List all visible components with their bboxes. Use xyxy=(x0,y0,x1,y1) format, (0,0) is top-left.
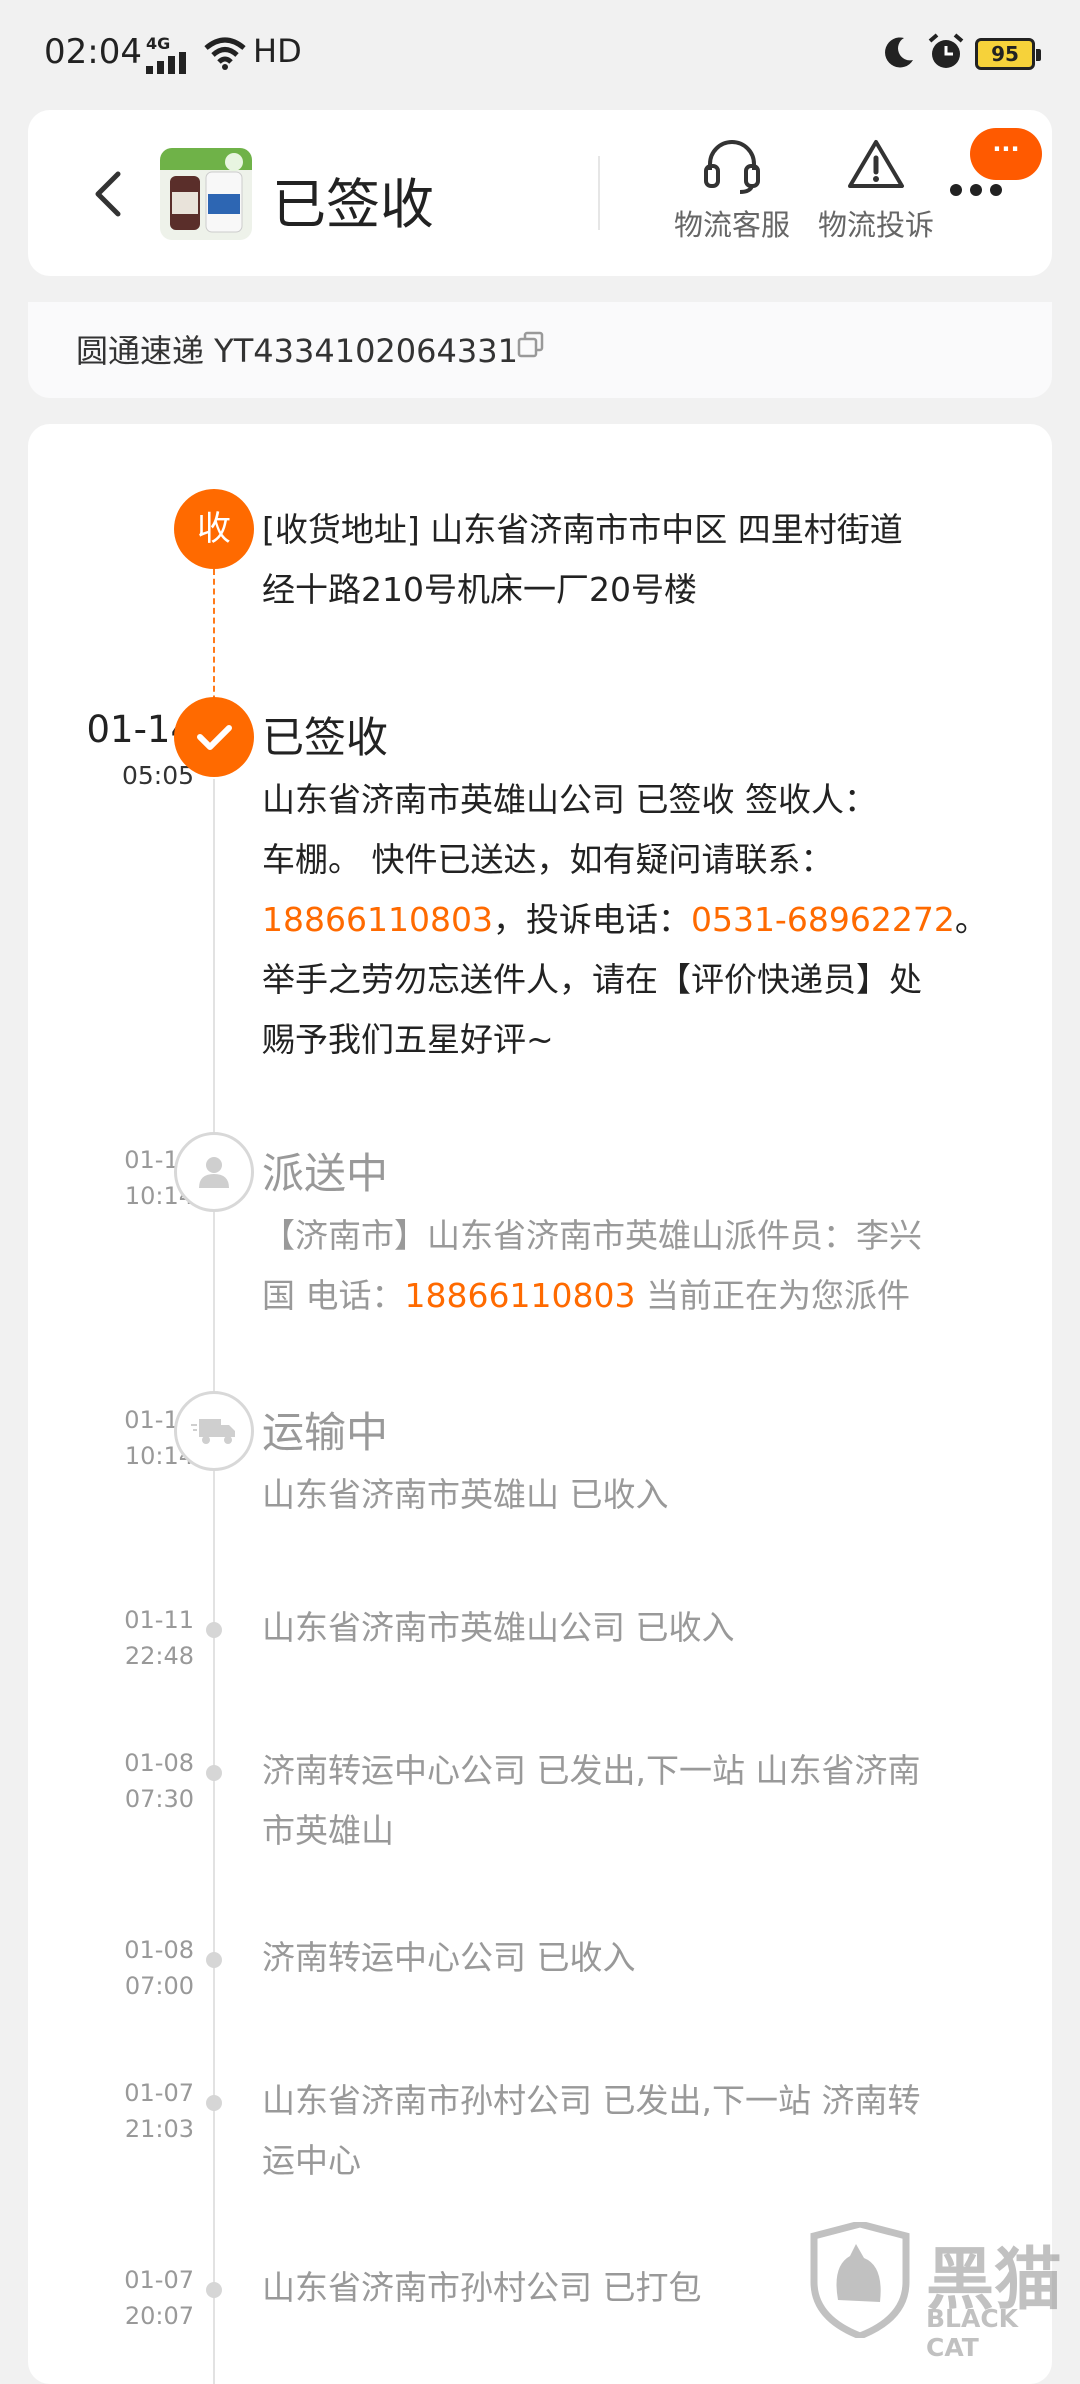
header-card: 已签收 物流客服 物流投诉 ··· xyxy=(28,110,1052,276)
delivering-node xyxy=(174,1132,254,1212)
page-title: 已签收 xyxy=(272,173,434,236)
warning-icon xyxy=(848,140,904,188)
signed-line-4: 举手之劳勿忘送件人，请在【评价快递员】处 xyxy=(262,960,922,999)
event-line-1: 济南转运中心公司 已收入 xyxy=(262,1938,636,1977)
watermark-logo: 黑猫 BLACK CAT xyxy=(808,2220,1078,2362)
logistics-complaint-button[interactable]: 物流投诉 xyxy=(806,136,946,244)
moon-icon xyxy=(885,37,913,68)
courier-card: 圆通速递 YT4334102064331 xyxy=(28,302,1052,398)
more-badge[interactable]: ··· xyxy=(970,128,1042,180)
complaint-phone-link[interactable]: 0531-68962272 xyxy=(691,900,955,939)
receive-badge: 收 xyxy=(174,489,254,569)
delivering-date: 01-12 xyxy=(124,1146,194,1174)
courier-phone-link[interactable]: 18866110803 xyxy=(262,900,493,939)
address-line-1: [收货地址] 山东省济南市市中区 四里村街道 xyxy=(262,510,903,549)
delivering-line-2: 国 电话：18866110803 当前正在为您派件 xyxy=(262,1266,1022,1326)
event-dot xyxy=(206,2095,222,2111)
product-image-icon xyxy=(160,148,252,233)
address-line-2: 经十路210号机床一厂20号楼 xyxy=(262,570,697,609)
event-line-2: 运中心 xyxy=(262,2141,361,2180)
cat-shield-icon xyxy=(810,2220,910,2340)
event-date: 01-11 xyxy=(124,1606,194,1634)
signed-title: 已签收 xyxy=(262,713,389,762)
truck-icon xyxy=(191,1419,235,1444)
status-time: 02:04 xyxy=(44,32,142,72)
status-bar: 02:04 4G HD 95 xyxy=(0,0,1080,106)
transit-node xyxy=(174,1391,254,1471)
delivering-line-1: 【济南市】山东省济南市英雄山派件员：李兴 xyxy=(262,1216,922,1255)
event-date: 01-07 xyxy=(124,2266,194,2294)
back-arrow-icon[interactable] xyxy=(80,164,140,224)
delivering-time: 10:14 xyxy=(124,1182,194,1210)
signed-line-5: 赐予我们五星好评~ xyxy=(262,1020,554,1059)
transit-date: 01-12 xyxy=(124,1406,194,1434)
courier-person-icon xyxy=(199,1157,229,1188)
header-divider xyxy=(598,156,600,230)
checkmark-icon xyxy=(197,725,232,750)
event-line-1: 山东省济南市英雄山公司 已收入 xyxy=(262,1608,735,1647)
transit-line-1: 山东省济南市英雄山 已收入 xyxy=(262,1475,669,1514)
signal-icon xyxy=(146,52,186,74)
product-thumbnail[interactable] xyxy=(160,148,252,240)
network-type: 4G xyxy=(146,34,171,53)
signed-line-2: 车棚。 快件已送达，如有疑问请联系： xyxy=(262,840,834,879)
event-time: 07:30 xyxy=(124,1785,194,1813)
complaint-phone-prefix: ，投诉电话： xyxy=(492,900,691,939)
event-line-2: 市英雄山 xyxy=(262,1811,394,1850)
event-time: 20:07 xyxy=(124,2302,194,2330)
hd-indicator: HD xyxy=(253,32,302,70)
signed-date: 01-14 xyxy=(86,708,194,751)
signed-line-1: 山东省济南市英雄山公司 已签收 签收人： xyxy=(262,780,877,819)
timeline-line xyxy=(213,779,215,2384)
watermark-sub: BLACK CAT xyxy=(926,2304,1019,2362)
tracking-number: 圆通速递 YT4334102064331 xyxy=(76,332,518,370)
event-dot xyxy=(206,1622,222,1638)
signed-line-3: 18866110803，投诉电话：0531-68962272。 xyxy=(262,890,1022,950)
signed-check-node xyxy=(174,697,254,777)
logistics-service-button[interactable]: 物流客服 xyxy=(662,136,802,244)
event-date: 01-08 xyxy=(124,1749,194,1777)
event-dot xyxy=(206,1765,222,1781)
alarm-icon xyxy=(928,33,964,68)
transit-time: 10:14 xyxy=(124,1442,194,1470)
logistics-complaint-label: 物流投诉 xyxy=(817,208,934,242)
signed-line-3-end: 。 xyxy=(954,900,988,939)
event-dot xyxy=(206,1952,222,1968)
event-time: 21:03 xyxy=(124,2115,194,2143)
event-dot xyxy=(206,2282,222,2298)
delivering-status: 当前正在为您派件 xyxy=(635,1276,910,1315)
event-line-1: 济南转运中心公司 已发出,下一站 山东省济南 xyxy=(262,1751,921,1790)
delivering-title: 派送中 xyxy=(262,1149,389,1198)
event-date: 01-08 xyxy=(124,1936,194,1964)
more-icon[interactable] xyxy=(946,180,1006,200)
delivery-phone-link[interactable]: 18866110803 xyxy=(405,1276,636,1315)
timeline-card: 收 [收货地址] 山东省济南市市中区 四里村街道 经十路210号机床一厂20号楼… xyxy=(28,424,1052,2384)
event-time: 07:00 xyxy=(124,1972,194,2000)
logistics-service-label: 物流客服 xyxy=(673,208,790,242)
headset-icon xyxy=(704,140,760,194)
copy-icon[interactable] xyxy=(516,330,546,360)
event-line-1: 山东省济南市孙村公司 已发出,下一站 济南转 xyxy=(262,2081,921,2120)
transit-title: 运输中 xyxy=(262,1408,389,1457)
delivering-phone-prefix: 国 电话： xyxy=(262,1276,405,1315)
signed-time: 05:05 xyxy=(121,761,194,790)
battery-icon: 95 xyxy=(975,38,1041,70)
event-time: 22:48 xyxy=(124,1642,194,1670)
event-date: 01-07 xyxy=(124,2079,194,2107)
wifi-icon xyxy=(204,37,246,70)
